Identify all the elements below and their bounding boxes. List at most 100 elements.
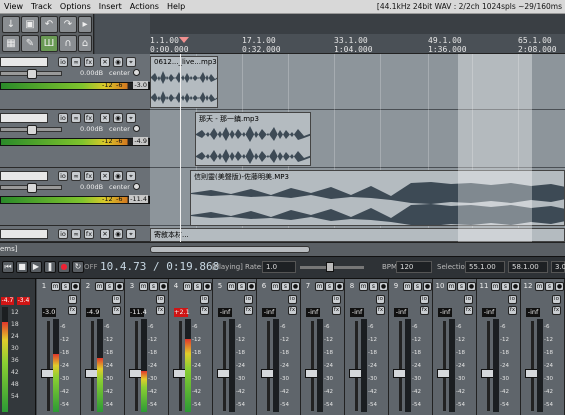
fx-button[interactable]: fx <box>68 306 77 315</box>
record-arm-button[interactable]: io <box>58 57 68 67</box>
mute-button[interactable]: m <box>491 282 500 291</box>
record-arm-button[interactable]: ● <box>335 282 344 291</box>
solo-button[interactable]: s <box>61 282 70 291</box>
volume-fader[interactable] <box>487 321 490 411</box>
loop-icon[interactable]: ↻ <box>72 261 84 273</box>
pan-knob[interactable] <box>133 125 140 132</box>
mute-button[interactable]: m <box>359 282 368 291</box>
pan-knob[interactable] <box>133 69 140 76</box>
open-icon[interactable]: ↓ <box>2 16 20 33</box>
save-icon[interactable]: ▣ <box>21 16 39 33</box>
solo-button[interactable]: s <box>281 282 290 291</box>
go-start-icon[interactable]: ⏮ <box>2 261 14 273</box>
solo-button[interactable]: s <box>457 282 466 291</box>
record-arm-button[interactable]: ● <box>247 282 256 291</box>
time-selection[interactable] <box>458 54 532 242</box>
io-button[interactable]: io <box>200 295 209 304</box>
io-button[interactable]: io <box>508 295 517 304</box>
menu-track[interactable]: Track <box>27 2 56 11</box>
mute-button[interactable]: m <box>535 282 544 291</box>
stop-icon[interactable]: ■ <box>16 261 28 273</box>
selection-start-field[interactable]: 55.1.00 <box>465 261 505 273</box>
volume-knob[interactable] <box>27 183 37 193</box>
io-button[interactable]: io <box>332 295 341 304</box>
mute-button[interactable]: m <box>51 282 60 291</box>
mute-button[interactable]: m <box>183 282 192 291</box>
selection-length-field[interactable]: 3.0.00 <box>551 261 565 273</box>
arrange-view[interactable]: 0612..._live...mp3 那天 - 那一鎮.mp3 信則靈(美聲版)… <box>150 54 565 242</box>
menu-options[interactable]: Options <box>56 2 95 11</box>
solo-button[interactable]: s <box>413 282 422 291</box>
bpm-field[interactable]: 120 <box>396 261 432 273</box>
menu-view[interactable]: View <box>0 2 27 11</box>
volume-fader[interactable] <box>179 321 182 411</box>
solo-button[interactable]: s <box>369 282 378 291</box>
magnet-icon[interactable]: ∩ <box>59 35 77 52</box>
record-arm-button[interactable]: ● <box>203 282 212 291</box>
fx-button[interactable]: fx <box>420 306 429 315</box>
fx-button[interactable]: fx <box>464 306 473 315</box>
io-button[interactable]: io <box>112 295 121 304</box>
solo-button[interactable]: s <box>501 282 510 291</box>
track-name-field[interactable] <box>0 229 48 239</box>
metronome-icon[interactable]: Ш <box>40 35 58 52</box>
mute-button[interactable]: m <box>139 282 148 291</box>
fx-button[interactable]: fx <box>200 306 209 315</box>
solo-button[interactable]: ◉ <box>113 171 123 181</box>
fx-button[interactable]: fx <box>84 113 94 123</box>
playhead-marker[interactable] <box>179 37 189 43</box>
solo-button[interactable]: s <box>149 282 158 291</box>
fx-button[interactable]: fx <box>156 306 165 315</box>
mute-button[interactable]: m <box>95 282 104 291</box>
pan-knob[interactable] <box>133 183 140 190</box>
menu-insert[interactable]: Insert <box>95 2 126 11</box>
mute-button[interactable]: ✕ <box>100 229 110 239</box>
mute-button[interactable]: ✕ <box>100 113 110 123</box>
solo-button[interactable]: s <box>193 282 202 291</box>
fx-button[interactable]: fx <box>288 306 297 315</box>
record-arm-button[interactable]: io <box>58 113 68 123</box>
fx-button[interactable]: fx <box>376 306 385 315</box>
fx-button[interactable]: fx <box>552 306 561 315</box>
solo-button[interactable]: s <box>105 282 114 291</box>
undo-icon[interactable]: ↶ <box>40 16 58 33</box>
track-env-button[interactable]: ⌖ <box>126 113 136 123</box>
solo-button[interactable]: s <box>237 282 246 291</box>
record-arm-button[interactable]: ● <box>555 282 564 291</box>
volume-knob[interactable] <box>27 69 37 79</box>
grid-icon[interactable]: ▦ <box>2 35 20 52</box>
solo-button[interactable]: s <box>545 282 554 291</box>
io-button[interactable]: io <box>420 295 429 304</box>
volume-knob[interactable] <box>27 125 37 135</box>
record-arm-button[interactable]: ● <box>379 282 388 291</box>
menu-actions[interactable]: Actions <box>126 2 163 11</box>
record-arm-button[interactable]: ● <box>511 282 520 291</box>
phase-button[interactable]: ∞ <box>71 113 81 123</box>
volume-fader[interactable] <box>355 321 358 411</box>
track-env-button[interactable]: ⌖ <box>126 229 136 239</box>
wrench-icon[interactable]: ✎ <box>21 35 39 52</box>
record-icon[interactable]: ● <box>58 261 70 273</box>
play-icon[interactable]: ▶ <box>30 261 42 273</box>
io-button[interactable]: io <box>288 295 297 304</box>
record-arm-button[interactable]: ● <box>467 282 476 291</box>
mute-button[interactable]: m <box>315 282 324 291</box>
mute-button[interactable]: m <box>403 282 412 291</box>
rate-slider-knob[interactable] <box>326 262 334 272</box>
record-arm-button[interactable]: ● <box>115 282 124 291</box>
phase-button[interactable]: ∞ <box>71 171 81 181</box>
record-arm-button[interactable]: io <box>58 171 68 181</box>
rate-field[interactable]: 1.0 <box>262 261 296 273</box>
scroll-thumb[interactable] <box>150 246 310 253</box>
volume-fader[interactable] <box>531 321 534 411</box>
lock-icon[interactable]: ⌂ <box>78 35 92 52</box>
io-button[interactable]: io <box>156 295 165 304</box>
mute-button[interactable]: ✕ <box>100 57 110 67</box>
volume-fader[interactable] <box>267 321 270 411</box>
mute-button[interactable]: ✕ <box>100 171 110 181</box>
volume-fader[interactable] <box>135 321 138 411</box>
menu-help[interactable]: Help <box>163 2 189 11</box>
volume-fader[interactable] <box>91 321 94 411</box>
volume-fader[interactable] <box>223 321 226 411</box>
fx-button[interactable]: fx <box>112 306 121 315</box>
